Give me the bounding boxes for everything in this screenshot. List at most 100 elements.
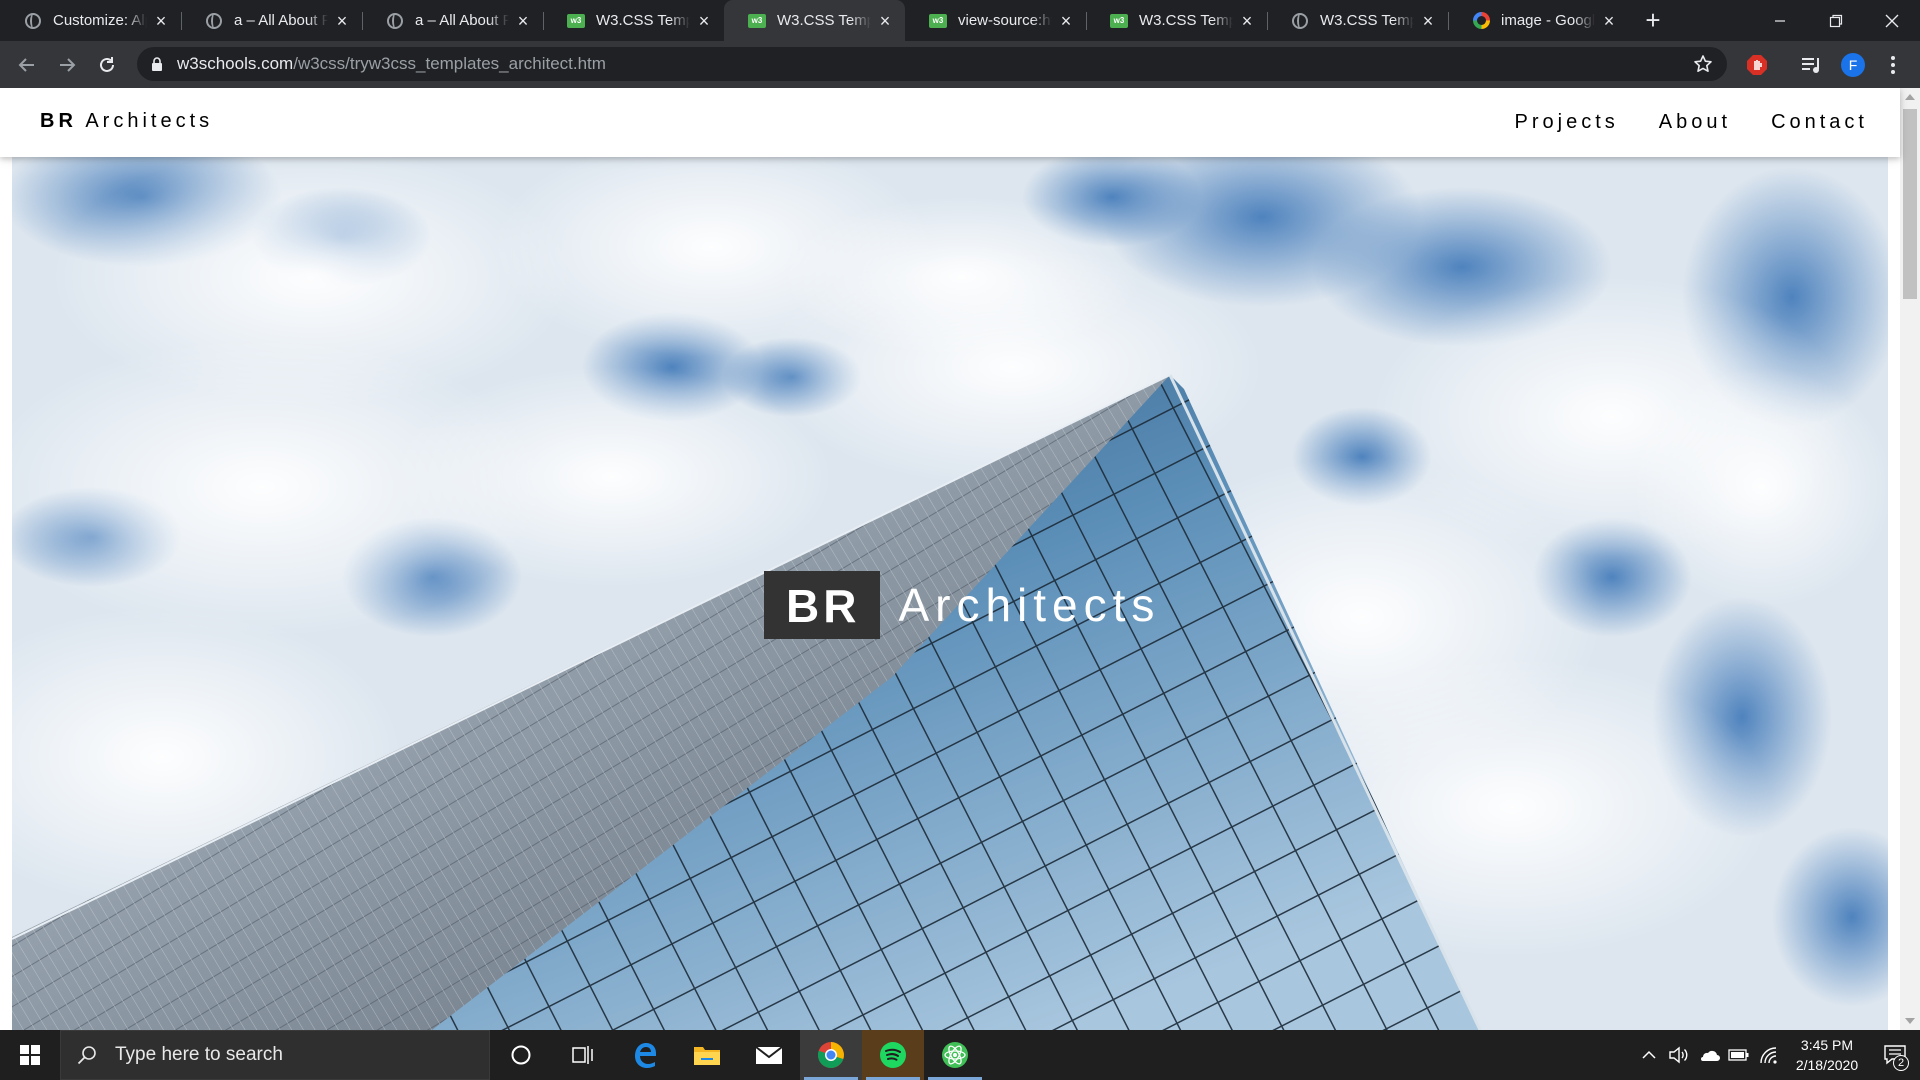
- tab-title: W3.CSS Template: [1320, 12, 1414, 29]
- hero-badge: BR: [764, 571, 881, 639]
- spotify-icon: [880, 1042, 906, 1068]
- speaker-icon: [1669, 1046, 1688, 1064]
- file-explorer-taskbar-button[interactable]: [676, 1030, 738, 1080]
- cortana-button[interactable]: [490, 1030, 552, 1080]
- site-navbar: BR Architects Projects About Contact: [0, 88, 1900, 157]
- battery-icon: [1728, 1049, 1749, 1061]
- close-tab-icon[interactable]: ×: [696, 12, 712, 30]
- browser-tab[interactable]: a – All About Photo ×: [362, 0, 543, 41]
- tab-title: W3.CSS Template: [1139, 12, 1233, 29]
- close-tab-icon[interactable]: ×: [1420, 12, 1436, 30]
- scroll-up-arrow-icon[interactable]: [1905, 94, 1915, 100]
- forward-button[interactable]: [47, 45, 87, 85]
- onedrive-button[interactable]: [1694, 1030, 1724, 1080]
- battery-button[interactable]: [1724, 1030, 1754, 1080]
- folder-icon: [694, 1047, 720, 1065]
- new-tab-button[interactable]: +: [1635, 0, 1671, 41]
- lock-icon: [151, 57, 163, 71]
- brand-bold: BR: [40, 110, 77, 132]
- close-tab-icon[interactable]: ×: [1239, 12, 1255, 30]
- profile-avatar: F: [1841, 52, 1865, 77]
- nav-link-contact[interactable]: Contact: [1751, 111, 1888, 134]
- chrome-taskbar-button[interactable]: [800, 1030, 862, 1080]
- reload-icon: [100, 57, 114, 72]
- edge-taskbar-button[interactable]: [614, 1030, 676, 1080]
- nav-link-about[interactable]: About: [1639, 111, 1751, 134]
- close-tab-icon[interactable]: ×: [1058, 12, 1074, 30]
- close-tab-icon[interactable]: ×: [153, 12, 169, 30]
- browser-tab[interactable]: Customize: Alpha ×: [0, 0, 181, 41]
- hero-image: BR Architects: [12, 157, 1888, 1030]
- w3schools-icon: w3: [929, 12, 947, 30]
- tab-title: W3.CSS Template: [596, 12, 690, 29]
- url-host: w3schools.com: [177, 54, 294, 73]
- wifi-icon: [1760, 1047, 1777, 1064]
- mail-taskbar-button[interactable]: [738, 1030, 800, 1080]
- browser-tab-strip: Customize: Alpha×a – All About Photo×a –…: [0, 0, 1920, 41]
- system-tray: 3:45 PM 2/18/2020 2: [1634, 1030, 1920, 1080]
- browser-tab[interactable]: w3 W3.CSS Template ×: [724, 0, 905, 41]
- close-tab-icon[interactable]: ×: [334, 12, 350, 30]
- reload-button[interactable]: [87, 45, 127, 85]
- close-tab-icon[interactable]: ×: [515, 12, 531, 30]
- atom-taskbar-button[interactable]: [924, 1030, 986, 1080]
- spotify-taskbar-button[interactable]: [862, 1030, 924, 1080]
- back-button[interactable]: [7, 45, 47, 85]
- media-control-button[interactable]: [1795, 41, 1829, 88]
- browser-tab[interactable]: W3.CSS Template ×: [1267, 0, 1448, 41]
- close-window-button[interactable]: [1864, 0, 1920, 41]
- bookmark-star-icon[interactable]: [1693, 54, 1713, 74]
- w3schools-logo: w3: [1110, 13, 1128, 28]
- volume-button[interactable]: [1664, 1030, 1694, 1080]
- close-tab-icon[interactable]: ×: [1601, 12, 1617, 30]
- edge-browser-icon: [635, 1043, 656, 1068]
- site-nav-links: Projects About Contact: [1495, 88, 1888, 157]
- w3schools-logo: w3: [929, 13, 947, 28]
- action-center-button[interactable]: 2: [1870, 1030, 1920, 1080]
- show-hidden-icons-button[interactable]: [1634, 1030, 1664, 1080]
- restore-icon: [1829, 14, 1843, 27]
- w3schools-logo: w3: [748, 13, 766, 28]
- tab-title: view-source:https: [958, 12, 1052, 29]
- tab-list: Customize: Alpha×a – All About Photo×a –…: [0, 0, 1629, 41]
- scrollbar-thumb[interactable]: [1903, 109, 1917, 299]
- task-view-button[interactable]: [552, 1030, 614, 1080]
- w3schools-logo: w3: [567, 13, 585, 28]
- clock-date: 2/18/2020: [1795, 1057, 1859, 1073]
- scroll-down-arrow-icon[interactable]: [1905, 1018, 1915, 1024]
- site-brand-link[interactable]: BR Architects: [40, 110, 213, 133]
- hero-title-text: Architects: [898, 579, 1161, 631]
- browser-tab[interactable]: w3 W3.CSS Template ×: [1086, 0, 1267, 41]
- browser-tab[interactable]: w3 view-source:https ×: [905, 0, 1086, 41]
- profile-button[interactable]: F: [1836, 41, 1870, 88]
- address-bar[interactable]: w3schools.com/w3css/tryw3css_templates_a…: [137, 47, 1727, 81]
- cloud-icon: [1701, 1050, 1720, 1061]
- taskbar-clock[interactable]: 3:45 PM 2/18/2020: [1784, 1035, 1870, 1075]
- browser-tab[interactable]: w3 W3.CSS Template ×: [543, 0, 724, 41]
- browser-toolbar: w3schools.com/w3css/tryw3css_templates_a…: [0, 41, 1920, 88]
- browser-tab[interactable]: a – All About Photo ×: [181, 0, 362, 41]
- task-view-icon: [572, 1046, 593, 1064]
- tab-title: a – All About Photo: [234, 12, 328, 29]
- nav-link-projects[interactable]: Projects: [1495, 111, 1639, 134]
- mail-envelope-icon: [755, 1046, 783, 1064]
- globe-icon: [24, 12, 42, 30]
- globe-icon: [386, 12, 404, 30]
- minimize-button[interactable]: [1752, 0, 1808, 41]
- brand-rest: Architects: [76, 110, 214, 132]
- browser-tab[interactable]: image - Google ×: [1448, 0, 1629, 41]
- w3schools-icon: w3: [1110, 12, 1128, 30]
- start-button[interactable]: [0, 1030, 60, 1080]
- chrome-menu-button[interactable]: [1876, 41, 1910, 88]
- google-icon: [1472, 12, 1490, 30]
- cortana-circle-icon: [511, 1045, 531, 1065]
- close-tab-icon[interactable]: ×: [877, 12, 893, 30]
- restore-button[interactable]: [1808, 0, 1864, 41]
- search-placeholder: Type here to search: [115, 1044, 283, 1065]
- extension-button[interactable]: [1740, 41, 1774, 88]
- page-scrollbar[interactable]: [1900, 88, 1920, 1030]
- network-button[interactable]: [1754, 1030, 1784, 1080]
- close-icon: [1885, 14, 1899, 27]
- arrow-left-icon: [18, 58, 34, 72]
- taskbar-search-box[interactable]: Type here to search: [60, 1030, 490, 1080]
